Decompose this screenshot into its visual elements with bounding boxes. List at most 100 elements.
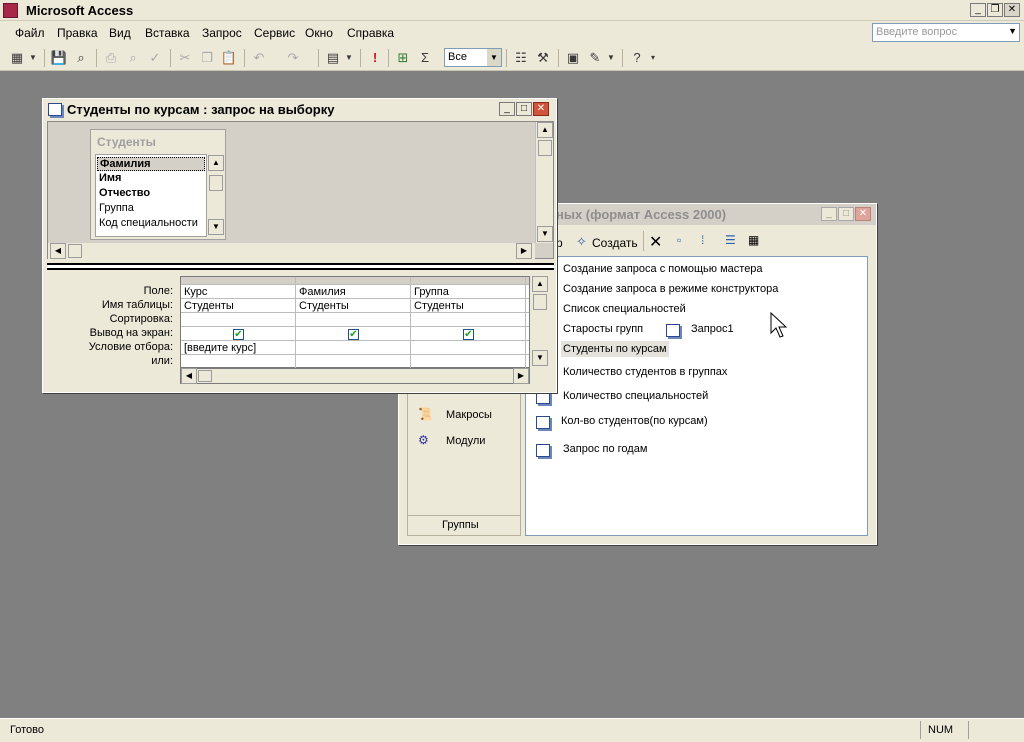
menu-insert[interactable]: Вставка: [145, 26, 190, 40]
field-item[interactable]: Код специальности: [99, 217, 198, 229]
properties-icon[interactable]: ☷: [512, 49, 530, 66]
menu-view[interactable]: Вид: [109, 26, 131, 40]
grid-criteria-cell[interactable]: [введите курс]: [184, 342, 256, 354]
db-minimize-button[interactable]: _: [821, 207, 837, 221]
close-button[interactable]: ✕: [1004, 3, 1020, 17]
view-icon[interactable]: ▦: [8, 49, 26, 66]
groups-button[interactable]: Группы: [442, 519, 479, 531]
query-type-icon[interactable]: ▤: [324, 49, 342, 66]
print-preview-icon[interactable]: ⌕: [124, 49, 142, 66]
large-icons-icon[interactable]: ▫: [677, 233, 681, 247]
grid-table-cell[interactable]: Студенты: [184, 300, 234, 312]
list-item-selected[interactable]: Студенты по курсам: [561, 341, 669, 357]
grid-field-cell[interactable]: Фамилия: [299, 286, 346, 298]
query-close-button[interactable]: ✕: [533, 102, 549, 116]
nav-macros[interactable]: Макросы: [446, 409, 492, 421]
new-object-icon[interactable]: ✎: [586, 49, 604, 66]
copy-icon[interactable]: ❐: [198, 49, 216, 66]
grid-field-cell[interactable]: Курс: [184, 286, 207, 298]
field-item[interactable]: Имя: [99, 172, 121, 184]
grid-table-cell[interactable]: Студенты: [414, 300, 464, 312]
small-icons-icon[interactable]: ⁞: [701, 233, 704, 247]
restore-button[interactable]: ❐: [987, 3, 1003, 17]
grid-hscrollbar[interactable]: ◀ ▶: [180, 368, 530, 384]
toolbar-options-icon[interactable]: ▾: [648, 49, 658, 66]
table-pane-vscrollbar[interactable]: ▲ ▼: [535, 122, 553, 243]
details-view-icon[interactable]: ▦: [748, 233, 759, 247]
table-field-list[interactable]: Студенты Фамилия Имя Отчество Группа Код…: [90, 129, 226, 240]
grid-vscrollbar[interactable]: ▲ ▼: [531, 276, 549, 368]
show-checkbox[interactable]: ✔: [233, 329, 244, 340]
query-type-dropdown-icon[interactable]: ▼: [344, 49, 354, 66]
delete-icon[interactable]: ✕: [649, 232, 662, 252]
totals-icon[interactable]: Σ: [416, 49, 434, 66]
field-item[interactable]: Фамилия: [97, 157, 205, 171]
list-item[interactable]: Количество студентов в группах: [563, 366, 727, 378]
create-button[interactable]: Создать: [592, 236, 638, 250]
file-search-icon[interactable]: ⌕: [72, 49, 90, 66]
menu-query[interactable]: Запрос: [202, 26, 242, 40]
help-question-input[interactable]: Введите вопрос ▼: [872, 23, 1020, 42]
list-item[interactable]: Создание запроса с помощью мастера: [563, 263, 763, 275]
cut-icon[interactable]: ✂: [176, 49, 194, 66]
build-icon[interactable]: ⚒: [534, 49, 552, 66]
table-pane-hscrollbar[interactable]: ◀ ▶: [48, 243, 535, 259]
field-item[interactable]: Отчество: [99, 187, 150, 199]
field-list-scroll-thumb[interactable]: [209, 175, 223, 191]
list-item[interactable]: Запрос по годам: [563, 443, 647, 455]
grid-table-cell[interactable]: Студенты: [299, 300, 349, 312]
chevron-down-icon[interactable]: ▼: [532, 350, 548, 366]
paste-icon[interactable]: 📋: [220, 49, 238, 66]
nav-modules[interactable]: Модули: [446, 435, 485, 447]
print-icon[interactable]: ⎙: [102, 49, 120, 66]
menu-window[interactable]: Окно: [305, 26, 333, 40]
query-maximize-button[interactable]: □: [516, 102, 532, 116]
scroll-thumb[interactable]: [533, 294, 547, 310]
spelling-icon[interactable]: ✓: [146, 49, 164, 66]
field-item[interactable]: Группа: [99, 202, 134, 214]
chevron-down-icon[interactable]: ▼: [537, 226, 553, 242]
column-selector-bar[interactable]: [181, 277, 529, 284]
pane-splitter[interactable]: [47, 263, 554, 270]
chevron-left-icon[interactable]: ◀: [50, 243, 66, 259]
menu-tools[interactable]: Сервис: [254, 26, 295, 40]
chevron-up-icon[interactable]: ▲: [208, 155, 224, 171]
grid-field-cell[interactable]: Группа: [414, 286, 449, 298]
chevron-down-icon[interactable]: ▼: [208, 219, 224, 235]
database-window-icon[interactable]: ▣: [564, 49, 582, 66]
help-icon[interactable]: ?: [628, 49, 646, 66]
show-table-icon[interactable]: ⊞: [394, 49, 412, 66]
scroll-thumb[interactable]: [68, 244, 82, 258]
list-item[interactable]: Старосты групп: [563, 323, 643, 335]
list-item[interactable]: Кол-во студентов(по курсам): [561, 415, 708, 427]
menu-help[interactable]: Справка: [347, 26, 394, 40]
chevron-left-icon[interactable]: ◀: [181, 368, 197, 384]
scroll-thumb[interactable]: [198, 370, 212, 382]
new-object-dropdown-icon[interactable]: ▼: [606, 49, 616, 66]
scroll-thumb[interactable]: [538, 140, 552, 156]
chevron-up-icon[interactable]: ▲: [537, 122, 553, 138]
run-icon[interactable]: !: [366, 49, 384, 66]
show-checkbox[interactable]: ✔: [463, 329, 474, 340]
list-item[interactable]: Список специальностей: [563, 303, 686, 315]
minimize-button[interactable]: _: [970, 3, 986, 17]
query-minimize-button[interactable]: _: [499, 102, 515, 116]
chevron-up-icon[interactable]: ▲: [532, 276, 548, 292]
list-item[interactable]: Запрос1: [691, 323, 734, 335]
show-checkbox[interactable]: ✔: [348, 329, 359, 340]
db-maximize-button[interactable]: □: [838, 207, 854, 221]
list-item[interactable]: Создание запроса в режиме конструктора: [563, 283, 778, 295]
db-close-button[interactable]: ✕: [855, 207, 871, 221]
list-item[interactable]: Количество специальностей: [563, 390, 708, 402]
list-view-icon[interactable]: ☰: [725, 233, 736, 247]
save-icon[interactable]: 💾: [50, 49, 68, 66]
menu-edit[interactable]: Правка: [57, 26, 98, 40]
undo-icon[interactable]: ↶: [250, 49, 268, 66]
redo-icon[interactable]: ↷: [284, 49, 302, 66]
top-values-combo[interactable]: Все ▼: [444, 48, 502, 67]
chevron-right-icon[interactable]: ▶: [513, 368, 529, 384]
view-dropdown-icon[interactable]: ▼: [28, 49, 38, 66]
open-button-label[interactable]: р: [556, 236, 563, 250]
menu-file[interactable]: Файл: [15, 26, 45, 40]
chevron-right-icon[interactable]: ▶: [516, 243, 532, 259]
